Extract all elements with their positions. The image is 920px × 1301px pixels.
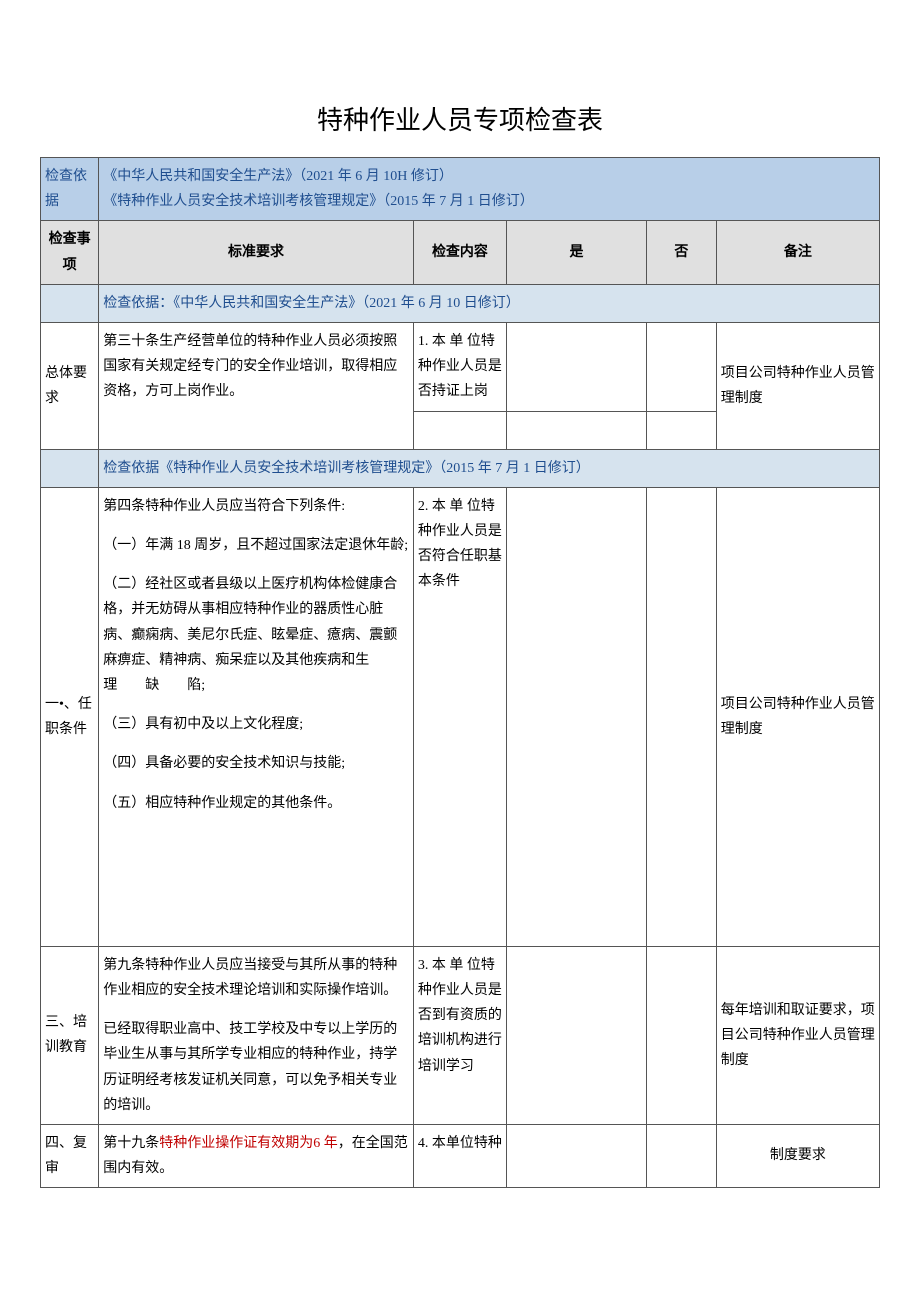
- table-row: 三、培训教育 第九条特种作业人员应当接受与其所从事的特种作业相应的安全技术理论培…: [41, 946, 880, 1124]
- row2-std-p6: （五）相应特种作业规定的其他条件。: [103, 791, 409, 816]
- row4-yes[interactable]: [507, 1124, 647, 1187]
- row2-std-p2: （一）年满 18 周岁，且不超过国家法定退休年龄;: [103, 533, 409, 558]
- page-title: 特种作业人员专项检查表: [40, 100, 880, 137]
- row1-item: 总体要求: [41, 322, 99, 449]
- row2-standard: 第四条特种作业人员应当符合下列条件: （一）年满 18 周岁，且不超过国家法定退…: [99, 487, 414, 946]
- row2-std-p5: （四）具备必要的安全技术知识与技能;: [103, 751, 409, 776]
- row2-std-p3: （二）经社区或者县级以上医疗机构体检健康合格，并无妨碍从事相应特种作业的器质性心…: [103, 572, 409, 698]
- row3-content: 3. 本 单 位特种作业人员是否到有资质的培训机构进行培训学习: [413, 946, 506, 1124]
- inspection-table: 检查依据 《中华人民共和国安全生产法》（2021 年 6 月 10H 修订） 《…: [40, 157, 880, 1188]
- col-item: 检查事项: [41, 221, 99, 284]
- table-row: 总体要求 第三十条生产经营单位的特种作业人员必须按照国家有关规定经专门的安全作业…: [41, 322, 880, 411]
- row2-content: 2. 本 单 位特种作业人员是否符合任职基本条件: [413, 487, 506, 946]
- row3-std-p1: 第九条特种作业人员应当接受与其所从事的特种作业相应的安全技术理论培训和实际操作培…: [103, 953, 409, 1003]
- section-2-title: 检查依据《特种作业人员安全技术培训考核管理规定》（2015 年 7 月 1 日修…: [99, 449, 880, 487]
- basis-text: 《中华人民共和国安全生产法》（2021 年 6 月 10H 修订） 《特种作业人…: [99, 158, 880, 221]
- row3-note: 每年培训和取证要求，项目公司特种作业人员管理制度: [716, 946, 879, 1124]
- row4-std-pre: 第十九条: [103, 1136, 159, 1151]
- section-1-spacer: [41, 284, 99, 322]
- row4-no[interactable]: [646, 1124, 716, 1187]
- table-row: 四、复审 第十九条特种作业操作证有效期为6 年，在全国范围内有效。 4. 本单位…: [41, 1124, 880, 1187]
- row4-std-hl: 特种作业操作证有效期为6 年: [159, 1136, 338, 1151]
- row4-item: 四、复审: [41, 1124, 99, 1187]
- row2-std-p4: （三）具有初中及以上文化程度;: [103, 712, 409, 737]
- row4-content: 4. 本单位特种: [413, 1124, 506, 1187]
- row1-content: 1. 本 单 位特种作业人员是否持证上岗: [413, 322, 506, 411]
- row2-item: 一•、任职条件: [41, 487, 99, 946]
- row2-note: 项目公司特种作业人员管理制度: [716, 487, 879, 946]
- column-header-row: 检查事项 标准要求 检查内容 是 否 备注: [41, 221, 880, 284]
- basis-row: 检查依据 《中华人民共和国安全生产法》（2021 年 6 月 10H 修订） 《…: [41, 158, 880, 221]
- row1-standard: 第三十条生产经营单位的特种作业人员必须按照国家有关规定经专门的安全作业培训，取得…: [99, 322, 414, 449]
- row1-content-extra: [413, 411, 506, 449]
- section-2-spacer: [41, 449, 99, 487]
- col-standard: 标准要求: [99, 221, 414, 284]
- row2-no[interactable]: [646, 487, 716, 946]
- section-2-header: 检查依据《特种作业人员安全技术培训考核管理规定》（2015 年 7 月 1 日修…: [41, 449, 880, 487]
- row1-yes-extra[interactable]: [507, 411, 647, 449]
- row1-no-extra[interactable]: [646, 411, 716, 449]
- row4-standard: 第十九条特种作业操作证有效期为6 年，在全国范围内有效。: [99, 1124, 414, 1187]
- col-note: 备注: [716, 221, 879, 284]
- row3-standard: 第九条特种作业人员应当接受与其所从事的特种作业相应的安全技术理论培训和实际操作培…: [99, 946, 414, 1124]
- row3-no[interactable]: [646, 946, 716, 1124]
- row1-no[interactable]: [646, 322, 716, 411]
- row3-std-p2: 已经取得职业高中、技工学校及中专以上学历的毕业生从事与其所学专业相应的特种作业，…: [103, 1017, 409, 1118]
- section-1-title: 检查依据：《中华人民共和国安全生产法》（2021 年 6 月 10 日修订）: [99, 284, 880, 322]
- section-1-header: 检查依据：《中华人民共和国安全生产法》（2021 年 6 月 10 日修订）: [41, 284, 880, 322]
- col-content: 检查内容: [413, 221, 506, 284]
- col-no: 否: [646, 221, 716, 284]
- row3-yes[interactable]: [507, 946, 647, 1124]
- row3-item: 三、培训教育: [41, 946, 99, 1124]
- basis-label: 检查依据: [41, 158, 99, 221]
- row2-yes[interactable]: [507, 487, 647, 946]
- col-yes: 是: [507, 221, 647, 284]
- table-row: 一•、任职条件 第四条特种作业人员应当符合下列条件: （一）年满 18 周岁，且…: [41, 487, 880, 946]
- row2-std-p1: 第四条特种作业人员应当符合下列条件:: [103, 494, 409, 519]
- row1-note: 项目公司特种作业人员管理制度: [716, 322, 879, 449]
- row1-yes[interactable]: [507, 322, 647, 411]
- row4-note: 制度要求: [716, 1124, 879, 1187]
